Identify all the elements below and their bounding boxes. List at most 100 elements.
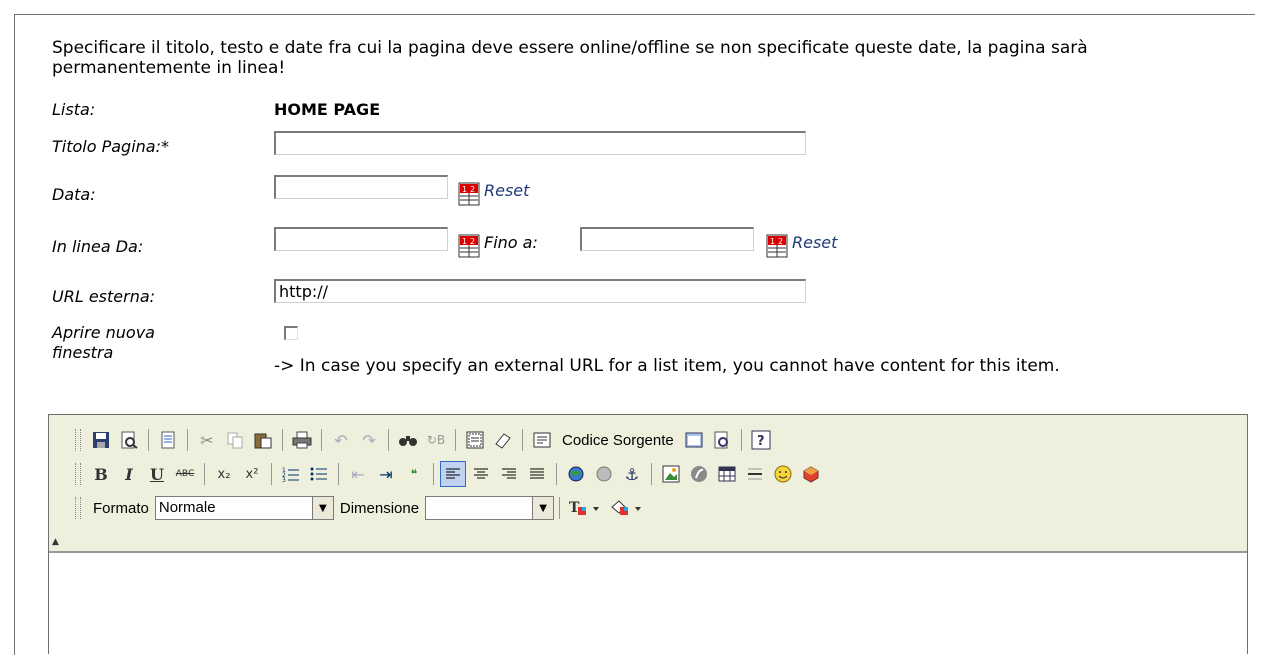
special-char-icon[interactable] — [798, 461, 824, 487]
smiley-icon[interactable] — [770, 461, 796, 487]
toolbar-row-3: Formato Normale ▼ Dimensione ▼ T — [75, 491, 649, 525]
svg-text:1: 1 — [462, 237, 467, 246]
superscript-icon[interactable]: x² — [239, 461, 265, 487]
format-select[interactable]: Normale ▼ — [154, 496, 334, 520]
toolbar-row-1: ✂ ↶ ↷ ↻B Codice Sorgente ? — [75, 423, 775, 457]
titolo-label: Titolo Pagina:* — [52, 137, 169, 156]
show-blocks-icon[interactable] — [709, 427, 735, 453]
link-icon[interactable] — [563, 461, 589, 487]
toolbar-separator — [556, 463, 557, 485]
data-input[interactable] — [274, 175, 448, 199]
align-right-icon[interactable] — [496, 461, 522, 487]
bulleted-list-icon[interactable] — [306, 461, 332, 487]
horizontal-rule-icon[interactable] — [742, 461, 768, 487]
svg-text:2: 2 — [778, 237, 783, 246]
titolo-input[interactable] — [274, 131, 806, 155]
nuova-label-line2: finestra — [52, 343, 114, 362]
toolbar-grip[interactable] — [75, 497, 81, 519]
underline-icon[interactable]: U — [144, 461, 170, 487]
cut-icon[interactable]: ✂ — [194, 427, 220, 453]
source-button-label[interactable]: Codice Sorgente — [562, 432, 674, 449]
print-icon[interactable] — [289, 427, 315, 453]
toolbar-separator — [559, 497, 561, 519]
inlinea-reset-link[interactable]: Reset — [792, 233, 837, 253]
fino-label: Fino a: — [484, 233, 538, 252]
toolbar-separator — [338, 463, 339, 485]
unlink-icon[interactable] — [591, 461, 617, 487]
select-all-icon[interactable] — [462, 427, 488, 453]
lista-value: HOME PAGE — [274, 100, 381, 119]
toolbar-separator — [204, 463, 205, 485]
toolbar-separator — [651, 463, 652, 485]
collapse-toolbar-icon[interactable]: ▲ — [52, 537, 59, 547]
calendar-icon[interactable]: 1 2 — [766, 234, 788, 258]
table-icon[interactable] — [714, 461, 740, 487]
fino-input[interactable] — [580, 227, 754, 251]
find-icon[interactable] — [395, 427, 421, 453]
toolbar-separator — [148, 429, 149, 451]
image-icon[interactable] — [658, 461, 684, 487]
text-color-icon[interactable]: T — [566, 495, 606, 521]
source-icon[interactable] — [529, 427, 555, 453]
align-justify-icon[interactable] — [524, 461, 550, 487]
rich-text-editor: ✂ ↶ ↷ ↻B Codice Sorgente ? B I U ABC x₂ … — [48, 414, 1248, 663]
data-reset-link[interactable]: Reset — [484, 181, 529, 201]
anchor-icon[interactable]: ⚓ — [619, 461, 645, 487]
svg-text:2: 2 — [470, 237, 475, 246]
save-icon[interactable] — [88, 427, 114, 453]
bold-icon[interactable]: B — [88, 461, 114, 487]
svg-text:2: 2 — [470, 185, 475, 194]
size-select[interactable]: ▼ — [425, 496, 555, 520]
svg-text:1: 1 — [462, 185, 467, 194]
nuova-finestra-checkbox[interactable] — [284, 326, 298, 340]
inlinea-input[interactable] — [274, 227, 448, 251]
replace-icon[interactable]: ↻B — [423, 427, 449, 453]
lista-label: Lista: — [52, 100, 96, 119]
strikethrough-icon[interactable]: ABC — [172, 461, 198, 487]
indent-icon[interactable]: ⇥ — [373, 461, 399, 487]
toolbar-grip[interactable] — [75, 429, 81, 451]
italic-icon[interactable]: I — [116, 461, 142, 487]
align-left-icon[interactable] — [440, 461, 466, 487]
toolbar-separator — [271, 463, 272, 485]
calendar-icon[interactable]: 1 2 — [458, 182, 480, 206]
flash-icon[interactable] — [686, 461, 712, 487]
calendar-icon[interactable]: 1 2 — [458, 234, 480, 258]
undo-icon[interactable]: ↶ — [328, 427, 354, 453]
blockquote-icon[interactable]: ❝ — [401, 461, 427, 487]
numbered-list-icon[interactable]: 123 — [278, 461, 304, 487]
format-label: Formato — [93, 499, 149, 517]
toolbar-row-2: B I U ABC x₂ x² 123 ⇤ ⇥ ❝ ⚓ — [75, 457, 825, 491]
remove-format-icon[interactable] — [490, 427, 516, 453]
size-select-value — [426, 497, 532, 519]
svg-text:1: 1 — [770, 237, 775, 246]
chevron-down-icon[interactable]: ▼ — [532, 497, 554, 519]
toolbar-separator — [740, 429, 742, 451]
paste-icon[interactable] — [250, 427, 276, 453]
svg-text:3: 3 — [282, 477, 286, 483]
toolbar-separator — [321, 429, 322, 451]
background-color-icon[interactable] — [608, 495, 648, 521]
toolbar-separator — [455, 429, 456, 451]
copy-icon[interactable] — [222, 427, 248, 453]
help-icon[interactable]: ? — [748, 427, 774, 453]
toolbar-separator — [433, 463, 434, 485]
templates-icon[interactable] — [155, 427, 181, 453]
subscript-icon[interactable]: x₂ — [211, 461, 237, 487]
outdent-icon[interactable]: ⇤ — [345, 461, 371, 487]
inlinea-label: In linea Da: — [52, 237, 144, 256]
editor-content-area[interactable] — [49, 551, 1247, 663]
align-center-icon[interactable] — [468, 461, 494, 487]
redo-icon[interactable]: ↷ — [356, 427, 382, 453]
chevron-down-icon[interactable]: ▼ — [311, 497, 333, 519]
toolbar-grip[interactable] — [75, 463, 81, 485]
size-label: Dimensione — [339, 499, 420, 517]
svg-text:?: ? — [757, 434, 765, 449]
maximize-icon[interactable] — [681, 427, 707, 453]
intro-text: Specificare il titolo, testo e date fra … — [52, 38, 1088, 78]
format-select-value: Normale — [158, 499, 216, 516]
toolbar-separator — [282, 429, 283, 451]
preview-icon[interactable] — [116, 427, 142, 453]
url-input[interactable] — [274, 279, 806, 303]
toolbar-separator — [522, 429, 523, 451]
